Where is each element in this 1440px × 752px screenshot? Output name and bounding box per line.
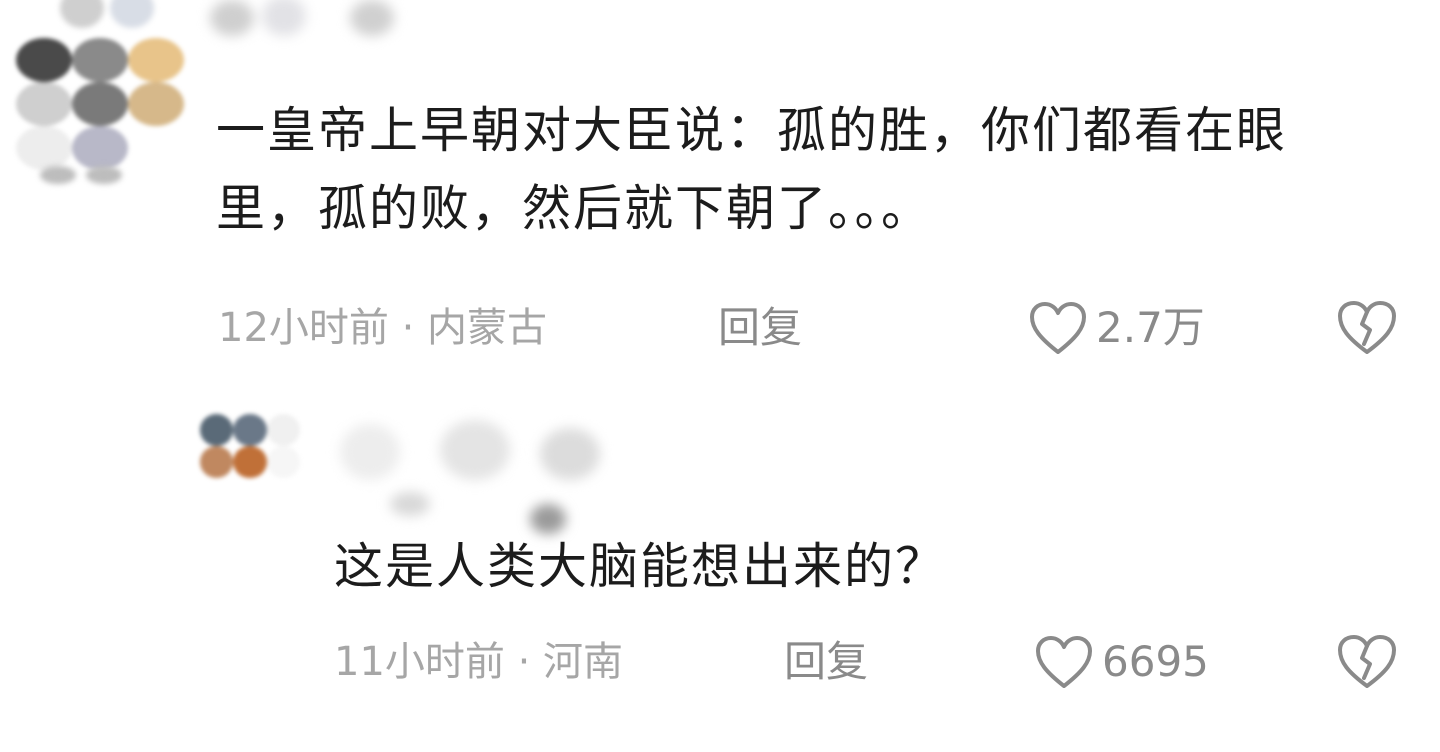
like-count: 6695 (1102, 637, 1209, 686)
blurred-avatar-fragment (40, 160, 160, 190)
avatar[interactable] (200, 414, 300, 510)
like-button[interactable]: 6695 (1034, 632, 1209, 692)
comment-text: 这是人类大脑能想出来的？ (334, 538, 947, 595)
reply-button[interactable]: 回复 (784, 632, 868, 692)
heart-outline-icon (1036, 636, 1092, 688)
username-blurred[interactable] (310, 414, 630, 534)
dislike-button[interactable] (1336, 632, 1398, 694)
comment-meta: 11小时前 · 河南 (334, 639, 624, 685)
blurred-avatar-fragment (60, 0, 400, 40)
comment-item: 这是人类大脑能想出来的？ 11小时前 · 河南 回复 6695 (0, 0, 1440, 752)
broken-heart-icon (1338, 635, 1396, 688)
